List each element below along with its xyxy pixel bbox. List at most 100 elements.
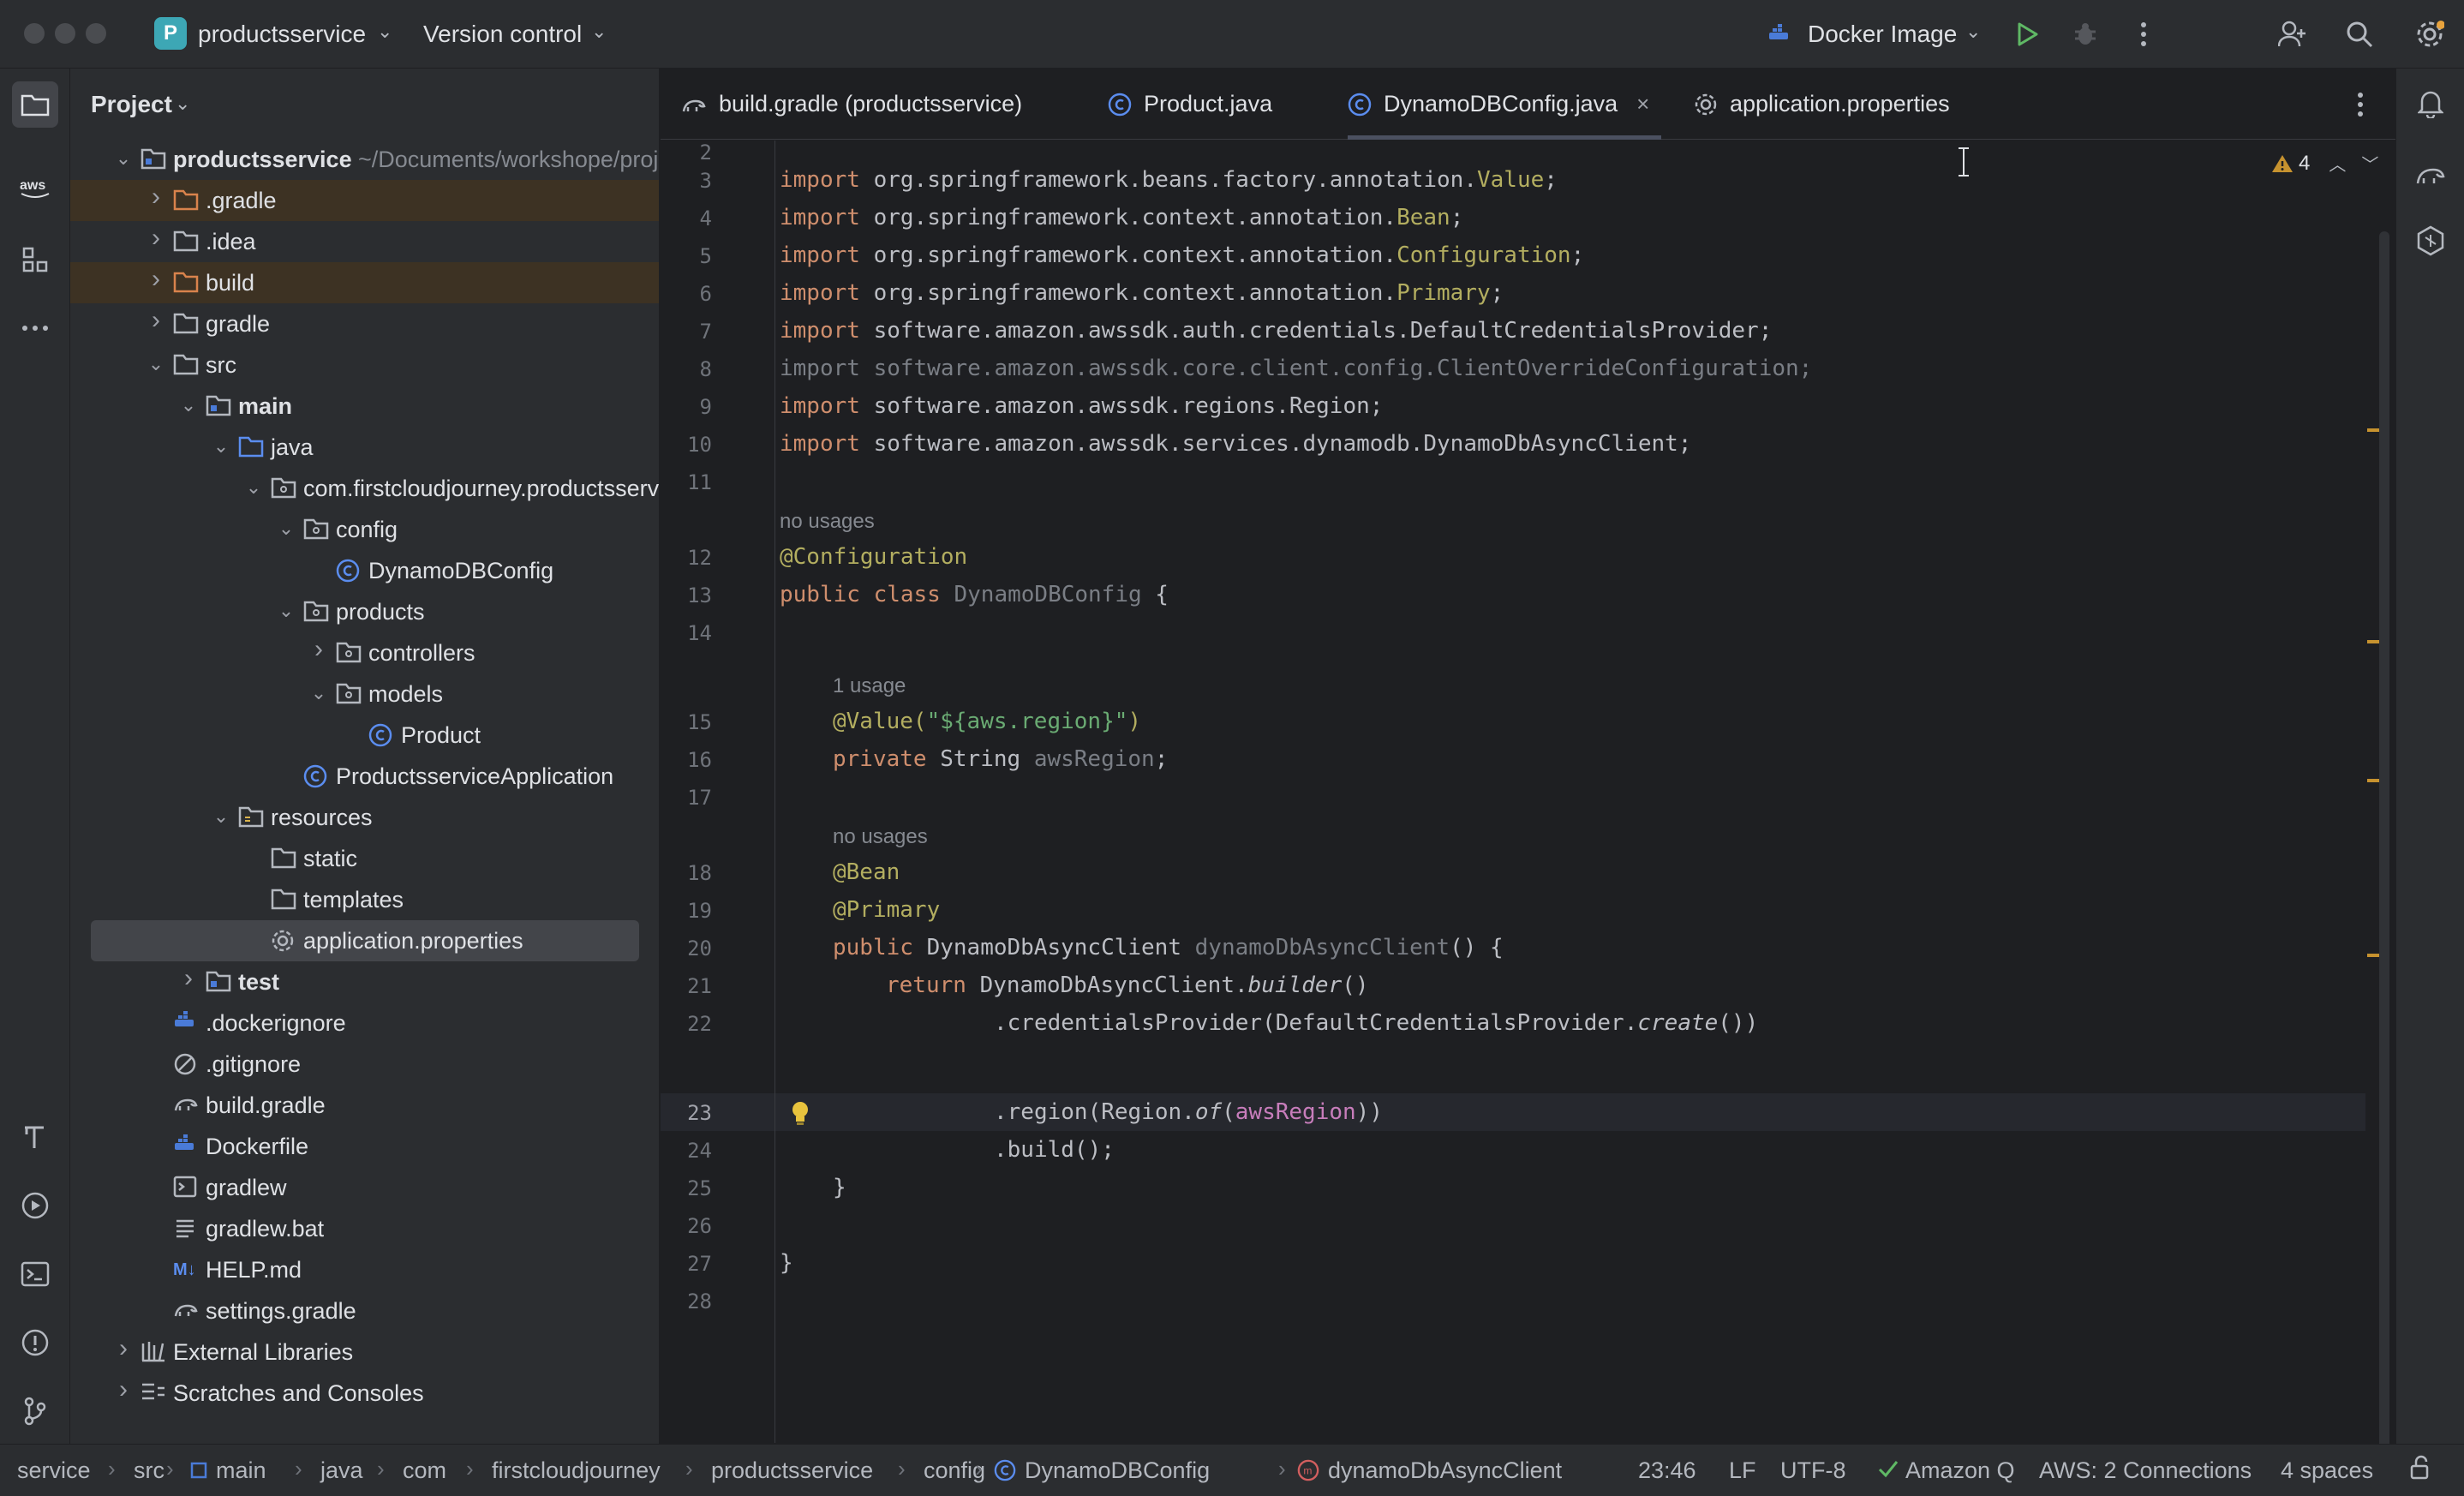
line-number[interactable]: 23 [661, 1101, 712, 1125]
debug-icon[interactable] [2066, 15, 2104, 53]
project-panel-title[interactable]: Project [91, 91, 172, 118]
tree-item[interactable]: ⌄ java [70, 427, 659, 468]
tree-item[interactable]: ⌄ resources [70, 797, 659, 838]
tree-item[interactable]: › build [70, 262, 659, 303]
chevron-right-icon[interactable]: › [147, 224, 164, 253]
code-line-9[interactable]: import software.amazon.awssdk.regions.Re… [780, 393, 1383, 419]
lightbulb-icon[interactable] [789, 1100, 811, 1130]
structure-icon[interactable] [12, 236, 58, 283]
notifications-icon[interactable] [2407, 81, 2454, 127]
tree-item[interactable]: ⌄ src [70, 344, 659, 386]
code-line-15[interactable]: @Value("${aws.region}") [833, 709, 1141, 734]
usage-hint[interactable]: no usages [833, 825, 928, 849]
chevron-down-icon[interactable]: ⌄ [212, 435, 230, 458]
code-line-10[interactable]: import software.amazon.awssdk.services.d… [780, 431, 1691, 457]
chevron-down-icon[interactable]: ⌄ [591, 21, 607, 43]
tree-item[interactable]: templates [70, 879, 659, 920]
code-line-19[interactable]: @Primary [833, 897, 940, 923]
search-icon[interactable] [2341, 15, 2378, 53]
tab-application-properties[interactable]: application.properties [1694, 69, 1950, 140]
git-icon[interactable] [12, 1388, 58, 1434]
window-close-button[interactable] [24, 23, 45, 44]
tab-build-gradle[interactable]: build.gradle (productsservice) [681, 69, 1022, 140]
window-zoom-button[interactable] [86, 23, 106, 44]
line-separator[interactable]: LF [1729, 1457, 1756, 1484]
more-vertical-icon[interactable] [2125, 15, 2162, 53]
line-number[interactable]: 26 [661, 1214, 712, 1238]
tree-item[interactable]: ⌄ main [70, 386, 659, 427]
tree-item[interactable]: application.properties [91, 920, 639, 961]
breadcrumb-item[interactable]: src [134, 1457, 164, 1484]
run-config-selector[interactable]: Docker Image [1808, 21, 1957, 48]
tree-item[interactable]: static [70, 838, 659, 879]
tree-item[interactable]: › gradle [70, 303, 659, 344]
line-number[interactable]: 21 [661, 974, 712, 998]
code-line-3[interactable]: import org.springframework.beans.factory… [780, 167, 1558, 193]
tabs-more-icon[interactable] [2357, 69, 2364, 140]
breadcrumb-item[interactable]: service [17, 1457, 91, 1484]
chevron-down-icon[interactable]: ⌄ [278, 518, 295, 540]
chevron-down-icon[interactable]: ⌄ [245, 476, 262, 499]
vertical-scrollbar[interactable] [2379, 231, 2389, 1496]
add-user-icon[interactable] [2274, 15, 2311, 53]
line-number[interactable]: 4 [661, 206, 712, 230]
window-minimize-button[interactable] [55, 23, 75, 44]
line-number[interactable]: 20 [661, 936, 712, 960]
line-number[interactable]: 19 [661, 899, 712, 923]
line-number[interactable]: 8 [661, 357, 712, 381]
terminal-icon[interactable] [12, 1251, 58, 1297]
code-line-12[interactable]: @Configuration [780, 544, 967, 570]
project-tool-button[interactable] [12, 81, 58, 128]
chevron-down-icon[interactable]: ⌄ [377, 21, 392, 43]
tree-item[interactable]: M↓ HELP.md [70, 1249, 659, 1290]
ai-assistant-icon[interactable] [2407, 218, 2454, 264]
chevron-right-icon[interactable]: › [310, 635, 327, 664]
indent-setting[interactable]: 4 spaces [2281, 1457, 2373, 1484]
tree-item[interactable]: ⌄ config [70, 509, 659, 550]
chevron-right-icon[interactable]: › [147, 306, 164, 335]
line-number[interactable]: 13 [661, 583, 712, 607]
tree-item[interactable]: › Scratches and Consoles [70, 1373, 659, 1414]
code-line-8[interactable]: import software.amazon.awssdk.core.clien… [780, 356, 1812, 381]
tree-item[interactable]: ⌄ models [70, 673, 659, 715]
breadcrumb-item[interactable]: main [216, 1457, 266, 1484]
tree-item[interactable]: DynamoDBConfig [70, 550, 659, 591]
usage-hint[interactable]: 1 usage [833, 674, 906, 698]
line-number[interactable]: 2 [661, 141, 712, 165]
code-line-24[interactable]: .build(); [994, 1137, 1115, 1163]
chevron-right-icon[interactable]: › [147, 265, 164, 294]
gradle-icon[interactable] [2407, 151, 2454, 197]
tree-item[interactable]: .dockerignore [70, 1002, 659, 1044]
chevron-right-icon[interactable]: › [180, 964, 197, 993]
chevron-down-icon[interactable]: ⌄ [180, 394, 197, 416]
line-number[interactable]: 18 [661, 861, 712, 885]
more-horizontal-icon[interactable] [12, 305, 58, 351]
line-number[interactable]: 28 [661, 1290, 712, 1313]
caret-position[interactable]: 23:46 [1638, 1457, 1696, 1484]
code-line-16[interactable]: private String awsRegion; [833, 746, 1168, 772]
usage-hint[interactable]: no usages [780, 510, 875, 534]
build-tool-icon[interactable] [12, 1114, 58, 1160]
chevron-down-icon[interactable]: ⌄ [212, 805, 230, 828]
code-line-27[interactable]: } [780, 1250, 793, 1276]
line-number[interactable]: 14 [661, 621, 712, 645]
breadcrumb-item[interactable]: dynamoDbAsyncClient [1328, 1457, 1562, 1484]
tree-item[interactable]: .gitignore [70, 1044, 659, 1085]
vcs-selector[interactable]: Version control [423, 21, 582, 48]
code-line-21[interactable]: return DynamoDbAsyncClient.builder() [886, 972, 1369, 998]
chevron-down-icon[interactable]: ⌄ [175, 93, 190, 115]
inspection-widget[interactable]: 4 ︿ ﹀ [2271, 151, 2378, 176]
tree-item[interactable]: › External Libraries [70, 1331, 659, 1373]
run-icon[interactable] [2008, 15, 2046, 53]
chevron-down-icon[interactable]: ⌄ [1965, 21, 1981, 43]
line-number[interactable]: 3 [661, 169, 712, 193]
tree-item[interactable]: ⌄ products [70, 591, 659, 632]
chevron-up-icon[interactable]: ︿ [2329, 151, 2346, 176]
tab-product-java[interactable]: Product.java [1108, 69, 1272, 140]
tree-item[interactable]: gradlew.bat [70, 1208, 659, 1249]
breadcrumb-item[interactable]: com [403, 1457, 446, 1484]
line-number[interactable]: 22 [661, 1012, 712, 1036]
chevron-down-icon[interactable]: ⌄ [115, 147, 132, 170]
file-encoding[interactable]: UTF-8 [1780, 1457, 1846, 1484]
chevron-right-icon[interactable]: › [115, 1334, 132, 1363]
